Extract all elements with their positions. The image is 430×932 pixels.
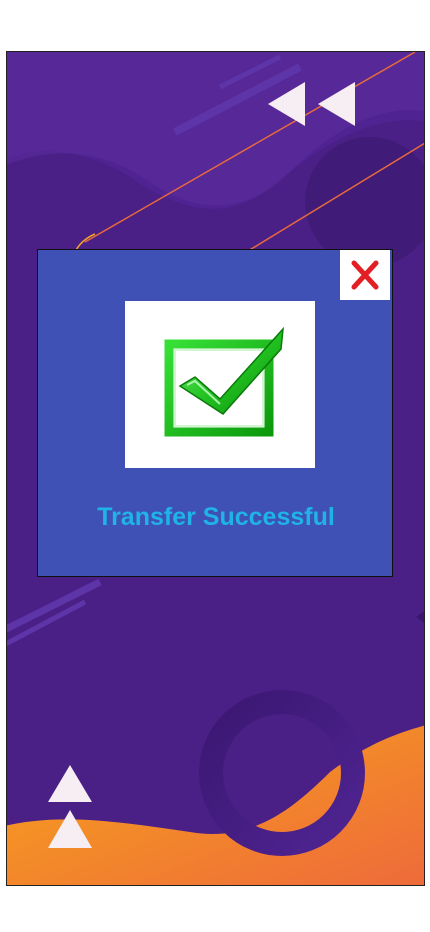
close-icon [351,260,379,290]
app-screen: Transfer Successful [0,0,430,932]
success-image [125,301,315,468]
transfer-success-dialog: Transfer Successful [37,249,393,577]
checkmark-icon [164,326,284,437]
close-button[interactable] [340,250,390,300]
right-border [424,51,430,886]
left-border [0,51,7,886]
transfer-status-message: Transfer Successful [97,503,335,531]
